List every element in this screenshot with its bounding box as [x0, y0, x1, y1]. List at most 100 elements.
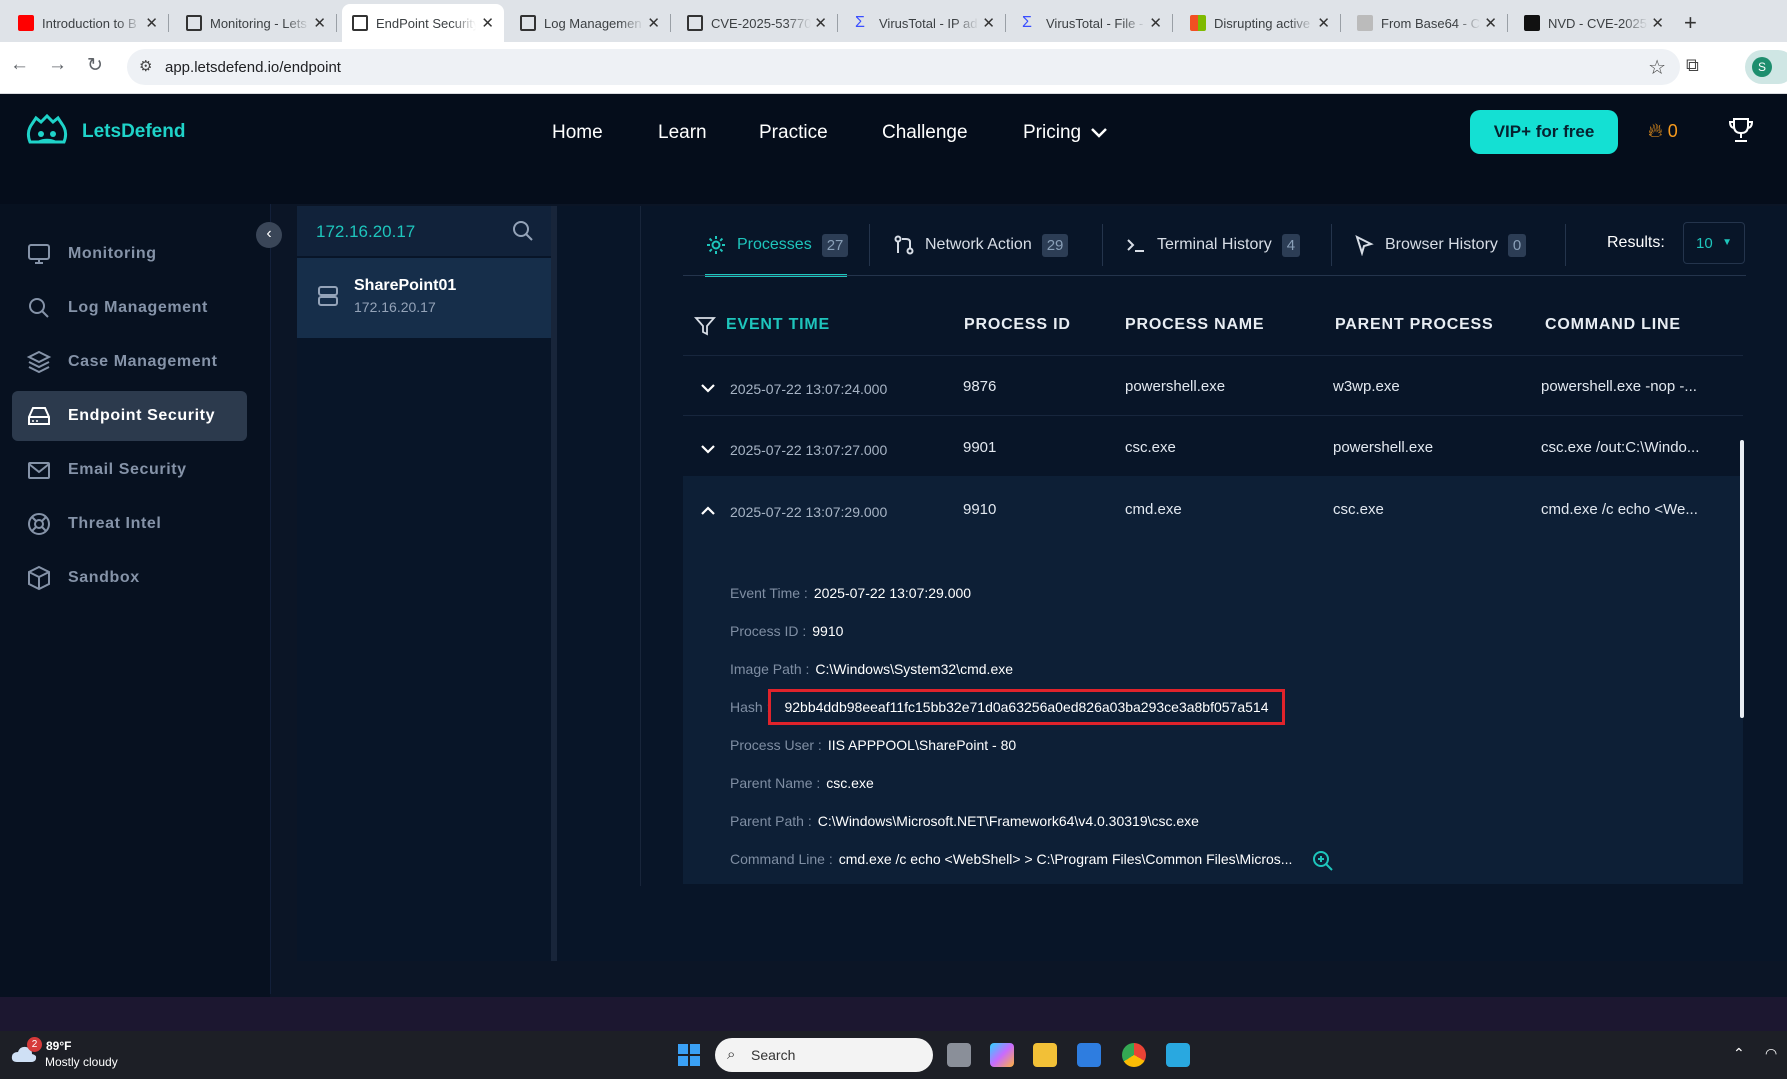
bookmark-star-icon[interactable]: ☆: [1648, 55, 1666, 80]
detail-label: Process ID :: [730, 623, 807, 639]
browser-tab[interactable]: Σ VirusTotal - File - ✕: [1012, 4, 1173, 42]
zoom-in-icon[interactable]: [1312, 850, 1334, 872]
host-search-value[interactable]: 172.16.20.17: [316, 222, 415, 242]
column-header-parent-process[interactable]: PARENT PROCESS: [1335, 316, 1493, 334]
results-per-page-select[interactable]: 10 ▼: [1683, 222, 1745, 264]
chevron-up-icon[interactable]: ⌃: [1733, 1045, 1745, 1062]
column-header-command-line[interactable]: COMMAND LINE: [1545, 316, 1681, 334]
notepad-icon[interactable]: [1166, 1043, 1190, 1067]
cell-command-line: powershell.exe -nop -...: [1541, 378, 1697, 395]
browser-tab[interactable]: Monitoring - Lets ✕: [176, 4, 337, 42]
sidebar-item-threat-intel[interactable]: Threat Intel: [12, 499, 247, 549]
close-icon[interactable]: ✕: [145, 14, 158, 32]
chevron-down-icon[interactable]: [1090, 126, 1108, 140]
browser-tab[interactable]: Disrupting active ✕: [1180, 4, 1341, 42]
trophy-icon[interactable]: [1728, 116, 1754, 144]
close-icon[interactable]: ✕: [814, 14, 827, 32]
tab-terminal-history[interactable]: Terminal History 4: [1125, 230, 1301, 260]
reload-icon[interactable]: ↻: [87, 54, 103, 77]
nav-challenge[interactable]: Challenge: [882, 122, 968, 144]
browser-tab[interactable]: Σ VirusTotal - IP ad ✕: [845, 4, 1006, 42]
chevron-down-icon[interactable]: [700, 441, 716, 457]
host-search-input[interactable]: 172.16.20.17: [297, 206, 551, 256]
cyberchef-icon: [1357, 15, 1373, 31]
chevron-down-icon[interactable]: [700, 380, 716, 396]
task-view-icon[interactable]: [947, 1043, 971, 1067]
microsoft-store-icon[interactable]: [1077, 1043, 1101, 1067]
sidebar-item-case-management[interactable]: Case Management: [12, 337, 247, 387]
tab-count-badge: 29: [1041, 233, 1069, 257]
sidebar-item-label: Sandbox: [68, 569, 140, 586]
collapse-sidebar-button[interactable]: ‹: [256, 222, 282, 248]
profile-chip[interactable]: S: [1745, 50, 1787, 84]
detail-parent-name: Parent Name : csc.exe: [730, 775, 874, 791]
column-header-process-id[interactable]: PROCESS ID: [964, 316, 1071, 334]
microsoft-icon: [1190, 15, 1206, 31]
sidebar-item-monitoring[interactable]: Monitoring: [12, 229, 247, 279]
browser-tab[interactable]: From Base64 - Cy ✕: [1347, 4, 1508, 42]
windows-start-icon[interactable]: [677, 1043, 701, 1067]
sidebar-item-endpoint-security[interactable]: Endpoint Security: [12, 391, 247, 441]
tab-processes[interactable]: Processes 27: [705, 230, 849, 260]
filter-icon[interactable]: [694, 315, 716, 337]
browser-tab[interactable]: NVD - CVE-2025 ✕: [1514, 4, 1674, 42]
search-icon[interactable]: [511, 219, 535, 243]
url-text[interactable]: app.letsdefend.io/endpoint: [165, 59, 341, 76]
cell-process-id: 9876: [963, 378, 997, 395]
streak-counter[interactable]: 🔥︎ 0: [1648, 120, 1678, 143]
close-icon[interactable]: ✕: [982, 14, 995, 32]
close-icon[interactable]: ✕: [1317, 14, 1330, 32]
close-icon[interactable]: ✕: [647, 14, 660, 32]
host-list-item[interactable]: SharePoint01 172.16.20.17: [297, 258, 551, 338]
hard-drive-icon: [28, 407, 50, 425]
column-header-process-name[interactable]: PROCESS NAME: [1125, 316, 1264, 334]
sidebar-item-email-security[interactable]: Email Security: [12, 445, 247, 495]
site-info-icon[interactable]: ⚙: [139, 57, 152, 75]
close-icon[interactable]: ✕: [313, 14, 326, 32]
nav-practice[interactable]: Practice: [759, 122, 828, 144]
detail-value: 9910: [812, 623, 844, 639]
detail-label: Parent Path :: [730, 813, 812, 829]
nav-learn[interactable]: Learn: [658, 122, 707, 144]
nav-pricing[interactable]: Pricing: [1023, 122, 1081, 144]
url-omnibox[interactable]: ⚙ app.letsdefend.io/endpoint ☆: [127, 49, 1680, 85]
sidebar-item-label: Log Management: [68, 299, 208, 316]
results-label: Results:: [1607, 234, 1665, 251]
sidebar-item-label: Endpoint Security: [68, 407, 216, 424]
taskbar-search[interactable]: ⌕ Search: [715, 1038, 933, 1072]
brand-logo[interactable]: LetsDefend: [22, 112, 185, 152]
forward-arrow-icon[interactable]: →: [48, 54, 67, 76]
file-explorer-icon[interactable]: [1033, 1043, 1057, 1067]
tab-browser-history[interactable]: Browser History 0: [1353, 230, 1527, 260]
cell-event-time: 2025-07-22 13:07:29.000: [730, 504, 888, 520]
nav-home[interactable]: Home: [552, 122, 603, 144]
browser-tab-active[interactable]: EndPoint Security ✕: [342, 4, 504, 42]
sidebar: Monitoring Log Management Case Managemen…: [0, 204, 270, 997]
cast-icon[interactable]: ⧉: [1686, 55, 1699, 76]
column-header-event-time[interactable]: EVENT TIME: [726, 316, 830, 334]
vip-button[interactable]: VIP+ for free: [1470, 110, 1618, 154]
tab-network-action[interactable]: Network Action 29: [893, 230, 1069, 260]
panel-divider: [640, 206, 641, 886]
close-icon[interactable]: ✕: [481, 14, 494, 32]
close-icon[interactable]: ✕: [1149, 14, 1162, 32]
wifi-icon[interactable]: ◠: [1765, 1045, 1777, 1062]
sidebar-item-sandbox[interactable]: Sandbox: [12, 553, 247, 603]
tab-label: Network Action: [925, 236, 1032, 253]
close-icon[interactable]: ✕: [1651, 14, 1664, 32]
browser-tab[interactable]: Introduction to B ✕: [8, 4, 169, 42]
sidebar-item-log-management[interactable]: Log Management: [12, 283, 247, 333]
browser-tab[interactable]: Log Managemen ✕: [510, 4, 671, 42]
browser-tab[interactable]: CVE-2025-53770 ✕: [677, 4, 838, 42]
virustotal-icon: Σ: [855, 14, 865, 31]
copilot-icon[interactable]: [990, 1043, 1014, 1067]
chrome-icon[interactable]: [1122, 1043, 1146, 1067]
cell-process-name: cmd.exe: [1125, 501, 1182, 518]
new-tab-icon[interactable]: +: [1684, 10, 1697, 36]
sidebar-divider: [270, 204, 271, 994]
close-icon[interactable]: ✕: [1484, 14, 1497, 32]
detail-process-user: Process User : IIS APPPOOL\SharePoint - 8…: [730, 737, 1016, 753]
back-arrow-icon[interactable]: ←: [10, 54, 29, 76]
scrollbar[interactable]: [1740, 440, 1744, 718]
chevron-up-icon[interactable]: [700, 503, 716, 519]
